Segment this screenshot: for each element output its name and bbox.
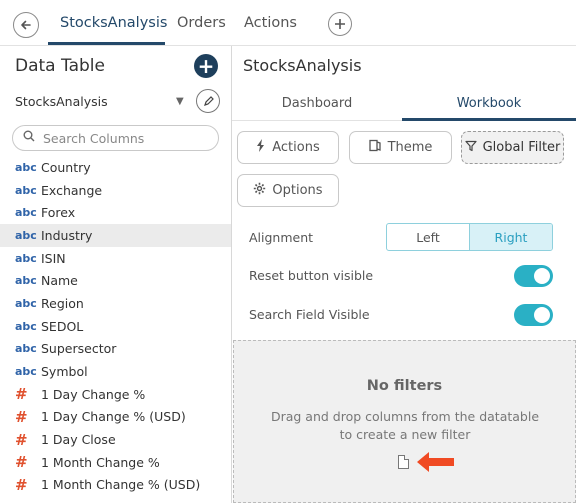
text-type-icon: abc: [15, 342, 37, 356]
arrow-left-icon: [417, 452, 454, 472]
text-type-icon: abc: [15, 228, 37, 242]
global-filter-label: Global Filter: [482, 140, 561, 155]
theme-label: Theme: [387, 140, 433, 155]
text-type-icon: abc: [15, 251, 37, 265]
no-filters-title: No filters: [366, 378, 443, 394]
column-item-isin[interactable]: abc ISIN: [0, 247, 231, 270]
active-subtab-indicator: [402, 118, 576, 121]
gear-icon: [253, 182, 266, 199]
column-item-1-month-change-usd[interactable]: #1 Month Change % (USD): [0, 474, 231, 497]
alignment-label: Alignment: [249, 230, 314, 245]
text-type-icon: abc: [15, 274, 37, 288]
column-name: Region: [41, 295, 84, 311]
tab-stocksanalysis[interactable]: StocksAnalysis: [60, 0, 167, 46]
drop-hint-text: Drag and drop columns from the datatable…: [270, 409, 540, 442]
reset-button-visible-toggle[interactable]: [514, 265, 553, 287]
text-type-icon: abc: [15, 296, 37, 310]
filter-icon: [464, 140, 477, 156]
active-tab-indicator: [48, 42, 165, 45]
alignment-right-option[interactable]: Right: [469, 224, 552, 250]
options-label: Options: [272, 183, 323, 198]
column-item-country[interactable]: abc Country: [0, 156, 231, 179]
column-name: Supersector: [41, 341, 117, 357]
column-name: Exchange: [41, 182, 103, 198]
numeric-type-icon: #: [15, 475, 28, 494]
column-item-1-day-change-usd[interactable]: #1 Day Change % (USD): [0, 406, 231, 429]
workbook-settings-panel: StocksAnalysis Dashboard Workbook Action…: [232, 46, 576, 503]
column-item-sedol[interactable]: abc SEDOL: [0, 315, 231, 338]
tab-actions[interactable]: Actions: [244, 0, 297, 46]
chevron-down-icon[interactable]: ▼: [176, 96, 184, 107]
document-icon: [398, 455, 409, 469]
column-name: 1 Day Close: [41, 432, 116, 448]
search-columns-input[interactable]: [43, 130, 213, 147]
column-name: SEDOL: [41, 318, 84, 334]
column-item-forex[interactable]: abc Forex: [0, 201, 231, 224]
column-name: Country: [41, 159, 91, 175]
column-name: Forex: [41, 205, 76, 221]
tab-dashboard[interactable]: Dashboard: [232, 86, 402, 120]
options-button[interactable]: Options: [237, 174, 339, 207]
text-type-icon: abc: [15, 319, 37, 333]
datasource-select[interactable]: StocksAnalysis: [15, 94, 108, 109]
column-item-1-month-change[interactable]: #1 Month Change %: [0, 451, 231, 474]
data-table-panel: Data Table + StocksAnalysis ▼ abc Country…: [0, 46, 232, 503]
text-type-icon: abc: [15, 365, 37, 379]
column-name: 1 Month Change % (USD): [41, 477, 201, 493]
column-name: Name: [41, 273, 78, 289]
column-name: Symbol: [41, 364, 88, 380]
search-icon: [23, 130, 35, 146]
filter-drop-zone[interactable]: No filters Drag and drop columns from th…: [233, 340, 576, 503]
top-tab-bar: StocksAnalysis Orders Actions: [0, 0, 576, 46]
column-item-exchange[interactable]: abc Exchange: [0, 179, 231, 202]
actions-button[interactable]: Actions: [237, 131, 339, 164]
column-item-supersector[interactable]: abc Supersector: [0, 338, 231, 361]
search-columns-field[interactable]: [12, 125, 219, 151]
numeric-type-icon: #: [15, 407, 28, 426]
numeric-type-icon: #: [15, 430, 28, 449]
column-name: 1 Day Change % (USD): [41, 409, 186, 425]
column-item-1-day-close[interactable]: #1 Day Close: [0, 428, 231, 451]
workbook-title: StocksAnalysis: [243, 56, 362, 75]
column-name: Industry: [41, 227, 93, 243]
theme-button[interactable]: Theme: [349, 131, 452, 164]
add-column-plus-icon[interactable]: +: [194, 54, 218, 78]
column-list: abc Country abc Exchange abc Forex abc Indus…: [0, 156, 231, 496]
column-item-region[interactable]: abc Region: [0, 292, 231, 315]
global-filter-button[interactable]: Global Filter: [461, 131, 564, 164]
search-field-visible-toggle[interactable]: [514, 304, 553, 326]
tab-workbook[interactable]: Workbook: [402, 86, 576, 120]
theme-icon: [368, 139, 382, 156]
search-field-visible-label: Search Field Visible: [249, 307, 370, 322]
column-item-symbol[interactable]: abc Symbol: [0, 360, 231, 383]
numeric-type-icon: #: [15, 453, 28, 472]
column-name: ISIN: [41, 250, 66, 266]
alignment-segmented-control: Left Right: [386, 223, 553, 251]
lightning-icon: [256, 139, 266, 156]
text-type-icon: abc: [15, 206, 37, 220]
alignment-left-option[interactable]: Left: [387, 224, 469, 250]
column-item-1-day-change[interactable]: #1 Day Change %: [0, 383, 231, 406]
data-table-title: Data Table: [15, 56, 105, 76]
column-item-name[interactable]: abc Name: [0, 269, 231, 292]
text-type-icon: abc: [15, 160, 37, 174]
actions-label: Actions: [272, 140, 320, 155]
back-arrow-icon[interactable]: [13, 12, 39, 38]
column-name: 1 Month Change %: [41, 454, 160, 470]
text-type-icon: abc: [15, 183, 37, 197]
tab-orders[interactable]: Orders: [177, 0, 226, 46]
edit-pencil-icon[interactable]: [196, 89, 220, 113]
add-tab-plus-icon[interactable]: [328, 12, 352, 36]
column-name: 1 Day Change %: [41, 386, 146, 402]
numeric-type-icon: #: [15, 385, 28, 404]
column-item-industry[interactable]: abc Industry: [0, 224, 231, 247]
reset-button-visible-label: Reset button visible: [249, 268, 374, 283]
